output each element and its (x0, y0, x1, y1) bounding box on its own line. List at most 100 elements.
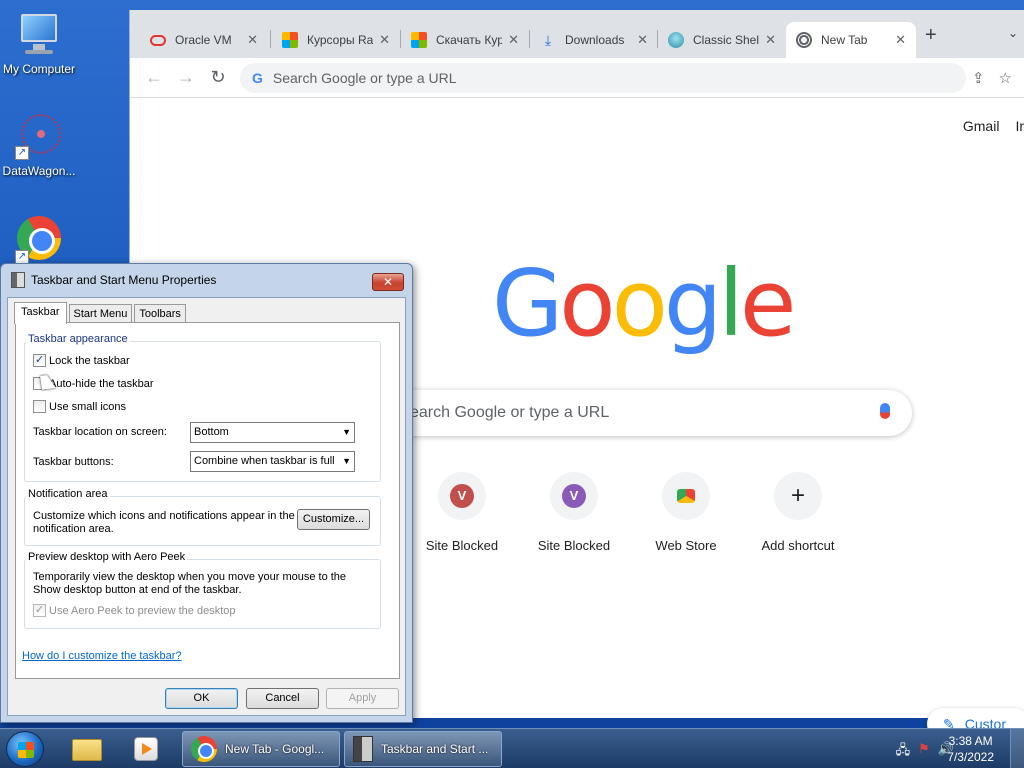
microphone-icon[interactable] (880, 403, 890, 419)
ntp-search-placeholder: earch Google or type a URL (410, 404, 610, 421)
tab-downloads[interactable]: ⤓ Downloads ✕ (530, 22, 658, 58)
aero-peek-group: Preview desktop with Aero Peek Temporari… (24, 551, 381, 629)
location-label: Taskbar location on screen: (33, 426, 167, 438)
ok-button[interactable]: OK (165, 688, 238, 709)
download-icon: ⤓ (544, 32, 552, 48)
notification-area-group: Notification area Customize which icons … (24, 488, 381, 546)
share-icon[interactable]: ⇪ (972, 69, 985, 87)
network-icon[interactable]: 🖧 (896, 741, 911, 763)
small-icons-checkbox[interactable]: Use small icons (33, 400, 126, 413)
dialog-titlebar[interactable]: Taskbar and Start Menu Properties (1, 264, 412, 296)
shortcut-label: Add shortcut (761, 538, 835, 553)
datawagon-icon: ↗ (15, 112, 63, 160)
tab-taskbar[interactable]: Taskbar (14, 302, 67, 324)
forward-button[interactable]: → (170, 67, 202, 88)
desktop-icon-label: DataWagon... (2, 164, 76, 178)
tab-cursors[interactable]: Курсоры Ra ✕ (272, 22, 400, 58)
shortcut-tile[interactable]: V Site Blocked (518, 472, 630, 553)
shortcut-label: Site Blocked (425, 538, 499, 553)
tab-classic-shell[interactable]: Classic Shel ✕ (658, 22, 786, 58)
chrome-icon (191, 736, 217, 762)
google-logo: Google (492, 250, 796, 357)
help-link[interactable]: How do I customize the taskbar? (22, 650, 182, 662)
desktop-icon-label: My Computer (2, 62, 76, 76)
shortcut-label: Web Store (655, 538, 717, 553)
action-center-flag-icon[interactable]: ⚑ (918, 741, 930, 763)
mouse-cursor-icon (40, 374, 56, 390)
close-tab-icon[interactable]: ✕ (765, 32, 776, 48)
buttons-label: Taskbar buttons: (33, 456, 114, 468)
clock-time: 3:38 AM (948, 734, 993, 748)
plus-icon: + (790, 482, 805, 509)
close-tab-icon[interactable]: ✕ (379, 32, 390, 48)
task-taskbar-properties[interactable]: Taskbar and Start ... (344, 731, 502, 767)
start-button[interactable] (6, 731, 44, 767)
lock-taskbar-checkbox[interactable]: ✓ Lock the taskbar (33, 354, 130, 367)
customize-button[interactable]: Customize... (297, 509, 370, 530)
explorer-pinned-button[interactable] (62, 733, 110, 765)
shell-icon (668, 32, 684, 48)
dropdown-arrow-icon: ▼ (342, 427, 351, 437)
checkmark-icon: ✓ (33, 604, 46, 617)
show-desktop-button[interactable] (1010, 729, 1024, 768)
notification-description: Customize which icons and notifications … (33, 510, 295, 535)
system-tray: 🖧 ⚑ 🔊 (896, 741, 954, 763)
tab-toolbars[interactable]: Toolbars (134, 304, 186, 323)
windows-icon (411, 32, 427, 48)
dialog-body: Taskbar Start Menu Toolbars Taskbar appe… (7, 297, 406, 716)
desktop-icon-my-computer[interactable]: My Computer (0, 10, 84, 76)
site-letter-icon: V (562, 484, 586, 508)
close-tab-icon[interactable]: ✕ (508, 32, 519, 48)
cancel-button[interactable]: Cancel (246, 688, 319, 709)
reload-button[interactable]: ↻ (202, 67, 234, 88)
group-title: Notification area (26, 488, 110, 500)
taskbar-appearance-group: Taskbar appearance ✓ Lock the taskbar Au… (24, 333, 381, 482)
tab-new-tab[interactable]: New Tab ✕ (786, 22, 916, 58)
images-link[interactable]: Ir (1015, 118, 1024, 134)
close-tab-icon[interactable]: ✕ (895, 32, 906, 48)
ntp-search-box[interactable]: earch Google or type a URL (356, 390, 912, 436)
back-button[interactable]: ← (138, 67, 170, 88)
group-title: Taskbar appearance (26, 333, 130, 345)
taskbar-properties-dialog: Taskbar and Start Menu Properties ✕ Task… (0, 263, 413, 723)
oracle-icon (150, 34, 166, 46)
windows-icon (282, 32, 298, 48)
shortcut-tile[interactable]: V Site Blocked (406, 472, 518, 553)
new-tab-button[interactable]: + (925, 24, 937, 47)
google-icon: G (252, 69, 263, 86)
folder-icon (72, 739, 102, 761)
taskbar-buttons-select[interactable]: Combine when taskbar is full ▼ (190, 451, 355, 472)
media-player-pinned-button[interactable] (122, 733, 170, 765)
clock[interactable]: 3:38 AM 7/3/2022 (947, 733, 994, 765)
taskbar-properties-icon (353, 736, 373, 762)
tab-download-cursors[interactable]: Скачать Кур ✕ (401, 22, 529, 58)
shortcut-arrow-icon: ↗ (15, 250, 29, 264)
desktop-icon-datawagon[interactable]: ↗ DataWagon... (0, 112, 84, 178)
aero-peek-description: Temporarily view the desktop when you mo… (33, 571, 347, 596)
desktop-icon-chrome[interactable]: ↗ (0, 216, 84, 268)
web-store-icon (677, 489, 695, 503)
shortcut-tile[interactable]: Web Store (630, 472, 742, 553)
aero-peek-checkbox[interactable]: ✓ Use Aero Peek to preview the desktop (33, 604, 236, 617)
group-title: Preview desktop with Aero Peek (26, 551, 188, 563)
media-player-icon (134, 737, 158, 761)
close-button[interactable]: ✕ (372, 273, 404, 291)
tab-oracle-vm[interactable]: Oracle VM ✕ (140, 22, 268, 58)
close-tab-icon[interactable]: ✕ (247, 32, 258, 48)
browser-toolbar: ← → ↻ G Search Google or type a URL ⇪ ☆ (130, 58, 1024, 98)
apply-button[interactable]: Apply (326, 688, 399, 709)
add-shortcut-tile[interactable]: + Add shortcut (742, 472, 854, 553)
taskbar-location-select[interactable]: Bottom ▼ (190, 422, 355, 443)
gmail-link[interactable]: Gmail (963, 118, 1000, 134)
omnibox[interactable]: G Search Google or type a URL (240, 62, 966, 93)
tab-start-menu[interactable]: Start Menu (68, 304, 133, 323)
task-chrome[interactable]: New Tab - Googl... (182, 731, 340, 767)
bookmark-star-icon[interactable]: ☆ (999, 69, 1012, 87)
chrome-icon: ↗ (15, 216, 63, 264)
close-tab-icon[interactable]: ✕ (637, 32, 648, 48)
clock-date: 7/3/2022 (947, 750, 994, 764)
windows-taskbar: New Tab - Googl... Taskbar and Start ...… (0, 728, 1024, 768)
omnibox-placeholder: Search Google or type a URL (272, 69, 457, 86)
tab-search-icon[interactable]: ⌄ (1008, 26, 1018, 40)
shortcut-arrow-icon: ↗ (15, 146, 29, 160)
